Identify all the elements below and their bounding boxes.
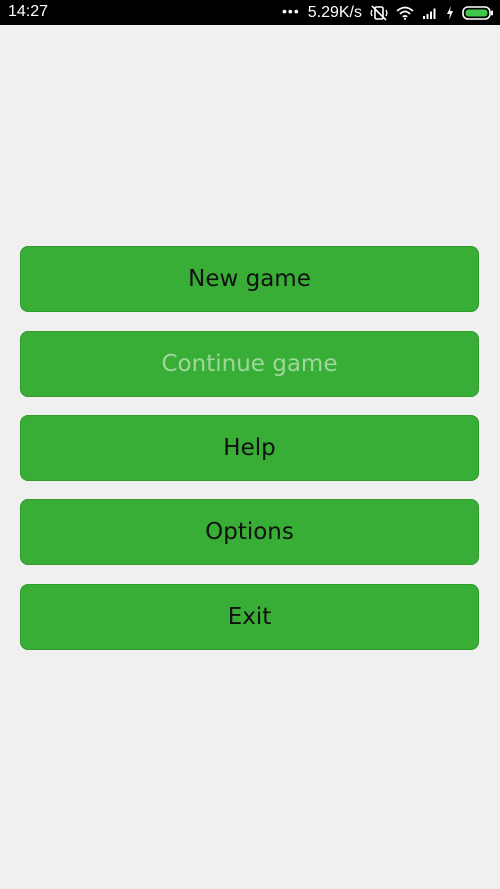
network-speed: 5.29K/s [307,3,362,21]
status-time: 14:27 [8,3,49,20]
status-bar: 14:27 ••• 5.29K/s [0,0,500,25]
battery-icon [462,5,494,20]
vibrate-off-icon [370,4,388,21]
status-icons: ••• 5.29K/s [282,2,494,23]
help-button[interactable]: Help [20,415,479,481]
exit-button[interactable]: Exit [20,584,479,650]
options-button[interactable]: Options [20,499,479,565]
charging-icon [446,5,454,20]
signal-icon [422,6,438,20]
new-game-button[interactable]: New game [20,246,479,312]
continue-game-button[interactable]: Continue game [20,331,479,397]
wifi-icon [396,6,414,20]
notification-dots: ••• [282,2,300,19]
